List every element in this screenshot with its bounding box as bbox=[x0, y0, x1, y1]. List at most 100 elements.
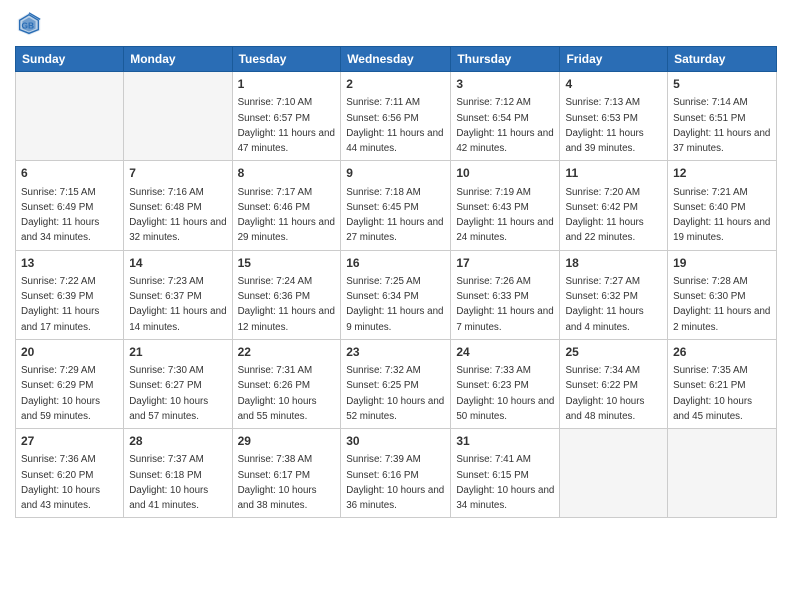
day-cell: 30 Sunrise: 7:39 AM Sunset: 6:16 PM Dayli… bbox=[341, 429, 451, 518]
day-cell: 15 Sunrise: 7:24 AM Sunset: 6:36 PM Dayli… bbox=[232, 250, 341, 339]
calendar-header: SundayMondayTuesdayWednesdayThursdayFrid… bbox=[16, 47, 777, 72]
week-row-3: 13Sunrise: 7:22 AM Sunset: 6:39 PM Dayli… bbox=[16, 250, 777, 339]
day-number: 7 bbox=[129, 165, 226, 182]
day-detail: Sunrise: 7:15 AM Sunset: 6:49 PM Dayligh… bbox=[21, 187, 99, 244]
col-header-sunday: Sunday bbox=[16, 47, 124, 72]
header: GB bbox=[15, 10, 777, 38]
day-cell: 17 Sunrise: 7:26 AM Sunset: 6:33 PM Dayli… bbox=[451, 250, 560, 339]
calendar-body: 1Sunrise: 7:10 AM Sunset: 6:57 PM Daylig… bbox=[16, 72, 777, 518]
day-cell: 4 Sunrise: 7:13 AM Sunset: 6:53 PM Daylig… bbox=[560, 72, 668, 161]
day-cell: 26 Sunrise: 7:35 AM Sunset: 6:21 PM Dayli… bbox=[668, 339, 777, 428]
day-cell: 20 Sunrise: 7:29 AM Sunset: 6:29 PM Dayli… bbox=[16, 339, 124, 428]
day-detail: Sunrise: 7:23 AM Sunset: 6:37 PM Dayligh… bbox=[129, 276, 226, 333]
day-detail: Sunrise: 7:36 AM Sunset: 6:20 PM Dayligh… bbox=[21, 454, 100, 511]
day-detail: Sunrise: 7:41 AM Sunset: 6:15 PM Dayligh… bbox=[456, 454, 554, 511]
day-number: 16 bbox=[346, 255, 445, 272]
day-cell bbox=[560, 429, 668, 518]
week-row-5: 27 Sunrise: 7:36 AM Sunset: 6:20 PM Dayli… bbox=[16, 429, 777, 518]
day-detail: Sunrise: 7:17 AM Sunset: 6:46 PM Dayligh… bbox=[238, 187, 335, 244]
day-number: 14 bbox=[129, 255, 226, 272]
day-cell: 11Sunrise: 7:20 AM Sunset: 6:42 PM Dayli… bbox=[560, 161, 668, 250]
day-number: 8 bbox=[238, 165, 336, 182]
day-number: 6 bbox=[21, 165, 118, 182]
day-number: 9 bbox=[346, 165, 445, 182]
day-number: 15 bbox=[238, 255, 336, 272]
day-number: 2 bbox=[346, 76, 445, 93]
day-cell: 29 Sunrise: 7:38 AM Sunset: 6:17 PM Dayli… bbox=[232, 429, 341, 518]
day-cell: 10Sunrise: 7:19 AM Sunset: 6:43 PM Dayli… bbox=[451, 161, 560, 250]
day-number: 22 bbox=[238, 344, 336, 361]
day-number: 29 bbox=[238, 433, 336, 450]
day-cell: 8 Sunrise: 7:17 AM Sunset: 6:46 PM Daylig… bbox=[232, 161, 341, 250]
day-number: 25 bbox=[565, 344, 662, 361]
day-cell: 6 Sunrise: 7:15 AM Sunset: 6:49 PM Daylig… bbox=[16, 161, 124, 250]
day-detail: Sunrise: 7:11 AM Sunset: 6:56 PM Dayligh… bbox=[346, 97, 443, 154]
day-cell: 22 Sunrise: 7:31 AM Sunset: 6:26 PM Dayli… bbox=[232, 339, 341, 428]
day-detail: Sunrise: 7:20 AM Sunset: 6:42 PM Dayligh… bbox=[565, 187, 643, 244]
day-cell: 18 Sunrise: 7:27 AM Sunset: 6:32 PM Dayli… bbox=[560, 250, 668, 339]
day-detail: Sunrise: 7:25 AM Sunset: 6:34 PM Dayligh… bbox=[346, 276, 443, 333]
svg-text:GB: GB bbox=[22, 21, 35, 31]
day-number: 31 bbox=[456, 433, 554, 450]
day-number: 26 bbox=[673, 344, 771, 361]
week-row-1: 1Sunrise: 7:10 AM Sunset: 6:57 PM Daylig… bbox=[16, 72, 777, 161]
day-detail: Sunrise: 7:14 AM Sunset: 6:51 PM Dayligh… bbox=[673, 97, 770, 154]
day-number: 20 bbox=[21, 344, 118, 361]
day-number: 4 bbox=[565, 76, 662, 93]
day-number: 28 bbox=[129, 433, 226, 450]
col-header-friday: Friday bbox=[560, 47, 668, 72]
day-cell: 13Sunrise: 7:22 AM Sunset: 6:39 PM Dayli… bbox=[16, 250, 124, 339]
day-detail: Sunrise: 7:26 AM Sunset: 6:33 PM Dayligh… bbox=[456, 276, 553, 333]
logo: GB bbox=[15, 10, 47, 38]
page: GB SundayMondayTuesdayWednesdayThursdayF… bbox=[0, 0, 792, 528]
day-detail: Sunrise: 7:28 AM Sunset: 6:30 PM Dayligh… bbox=[673, 276, 770, 333]
day-detail: Sunrise: 7:27 AM Sunset: 6:32 PM Dayligh… bbox=[565, 276, 643, 333]
day-number: 27 bbox=[21, 433, 118, 450]
day-number: 24 bbox=[456, 344, 554, 361]
calendar: SundayMondayTuesdayWednesdayThursdayFrid… bbox=[15, 46, 777, 518]
day-cell bbox=[124, 72, 232, 161]
day-detail: Sunrise: 7:18 AM Sunset: 6:45 PM Dayligh… bbox=[346, 187, 443, 244]
day-number: 18 bbox=[565, 255, 662, 272]
day-cell: 7 Sunrise: 7:16 AM Sunset: 6:48 PM Daylig… bbox=[124, 161, 232, 250]
day-cell: 24 Sunrise: 7:33 AM Sunset: 6:23 PM Dayli… bbox=[451, 339, 560, 428]
day-number: 1 bbox=[238, 76, 336, 93]
day-detail: Sunrise: 7:39 AM Sunset: 6:16 PM Dayligh… bbox=[346, 454, 444, 511]
day-cell: 5 Sunrise: 7:14 AM Sunset: 6:51 PM Daylig… bbox=[668, 72, 777, 161]
day-number: 12 bbox=[673, 165, 771, 182]
day-number: 19 bbox=[673, 255, 771, 272]
day-detail: Sunrise: 7:16 AM Sunset: 6:48 PM Dayligh… bbox=[129, 187, 226, 244]
col-header-thursday: Thursday bbox=[451, 47, 560, 72]
day-detail: Sunrise: 7:24 AM Sunset: 6:36 PM Dayligh… bbox=[238, 276, 335, 333]
day-cell: 12 Sunrise: 7:21 AM Sunset: 6:40 PM Dayli… bbox=[668, 161, 777, 250]
day-detail: Sunrise: 7:38 AM Sunset: 6:17 PM Dayligh… bbox=[238, 454, 317, 511]
col-header-wednesday: Wednesday bbox=[341, 47, 451, 72]
day-cell: 16 Sunrise: 7:25 AM Sunset: 6:34 PM Dayli… bbox=[341, 250, 451, 339]
day-number: 30 bbox=[346, 433, 445, 450]
logo-icon: GB bbox=[15, 10, 43, 38]
day-detail: Sunrise: 7:33 AM Sunset: 6:23 PM Dayligh… bbox=[456, 365, 554, 422]
day-cell: 14 Sunrise: 7:23 AM Sunset: 6:37 PM Dayli… bbox=[124, 250, 232, 339]
day-number: 17 bbox=[456, 255, 554, 272]
day-cell: 9 Sunrise: 7:18 AM Sunset: 6:45 PM Daylig… bbox=[341, 161, 451, 250]
day-detail: Sunrise: 7:32 AM Sunset: 6:25 PM Dayligh… bbox=[346, 365, 444, 422]
day-detail: Sunrise: 7:21 AM Sunset: 6:40 PM Dayligh… bbox=[673, 187, 770, 244]
day-cell: 3Sunrise: 7:12 AM Sunset: 6:54 PM Daylig… bbox=[451, 72, 560, 161]
day-detail: Sunrise: 7:35 AM Sunset: 6:21 PM Dayligh… bbox=[673, 365, 752, 422]
day-detail: Sunrise: 7:37 AM Sunset: 6:18 PM Dayligh… bbox=[129, 454, 208, 511]
week-row-4: 20 Sunrise: 7:29 AM Sunset: 6:29 PM Dayli… bbox=[16, 339, 777, 428]
day-number: 21 bbox=[129, 344, 226, 361]
day-detail: Sunrise: 7:30 AM Sunset: 6:27 PM Dayligh… bbox=[129, 365, 208, 422]
day-detail: Sunrise: 7:34 AM Sunset: 6:22 PM Dayligh… bbox=[565, 365, 644, 422]
day-number: 5 bbox=[673, 76, 771, 93]
day-detail: Sunrise: 7:22 AM Sunset: 6:39 PM Dayligh… bbox=[21, 276, 99, 333]
day-number: 23 bbox=[346, 344, 445, 361]
day-detail: Sunrise: 7:13 AM Sunset: 6:53 PM Dayligh… bbox=[565, 97, 643, 154]
day-detail: Sunrise: 7:29 AM Sunset: 6:29 PM Dayligh… bbox=[21, 365, 100, 422]
day-detail: Sunrise: 7:31 AM Sunset: 6:26 PM Dayligh… bbox=[238, 365, 317, 422]
day-cell: 19 Sunrise: 7:28 AM Sunset: 6:30 PM Dayli… bbox=[668, 250, 777, 339]
col-header-tuesday: Tuesday bbox=[232, 47, 341, 72]
header-row: SundayMondayTuesdayWednesdayThursdayFrid… bbox=[16, 47, 777, 72]
day-cell bbox=[16, 72, 124, 161]
day-cell bbox=[668, 429, 777, 518]
